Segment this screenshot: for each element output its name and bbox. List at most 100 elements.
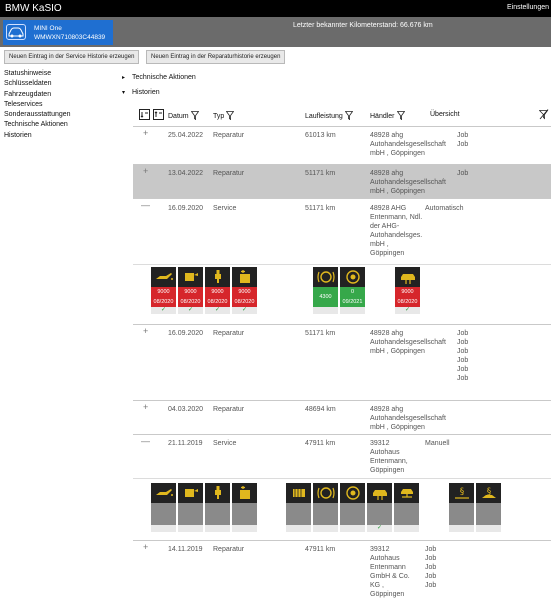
history-row[interactable]: + 25.04.2022 Reparatur 61013 km 48928 ah…: [133, 126, 551, 164]
filter-icon[interactable]: [226, 111, 235, 121]
job-link[interactable]: Job: [425, 572, 436, 581]
row-type: Reparatur: [213, 546, 245, 553]
service-tile[interactable]: 9000 08/2020 ✓: [232, 267, 257, 314]
check-icon: [313, 307, 338, 314]
oil-can-icon: [151, 483, 176, 503]
collapse-all-icon[interactable]: [151, 109, 164, 120]
row-date: 21.11.2019: [168, 440, 203, 447]
service-tile[interactable]: 4300: [313, 267, 338, 314]
job-link[interactable]: Job: [457, 131, 468, 140]
filter-icon[interactable]: [190, 111, 199, 121]
dealer-line: 48928 AHG: [370, 205, 407, 212]
column-dealer-label: Händler: [370, 113, 395, 120]
service-status: [394, 503, 419, 525]
job-link[interactable]: Job: [457, 140, 468, 149]
vehicle-lift-icon: [394, 483, 419, 503]
column-mileage[interactable]: Laufleistung: [305, 111, 354, 121]
row-type: Service: [213, 205, 237, 212]
column-dealer[interactable]: Händler: [370, 111, 405, 121]
dealer-line: Autohandelsgesellschaft: [370, 415, 446, 422]
service-date: 08/2020: [395, 297, 420, 307]
expand-toggle[interactable]: +: [143, 129, 148, 138]
clear-filter-icon[interactable]: [537, 109, 549, 120]
service-tile[interactable]: [286, 483, 311, 532]
job-link[interactable]: Job: [457, 329, 468, 338]
dealer-line: mbH , Göppingen: [370, 188, 425, 195]
service-tile[interactable]: ✓: [367, 483, 392, 532]
service-tile[interactable]: 9000 08/2020 ✓: [205, 267, 230, 314]
sidebar-item-teleservices[interactable]: Teleservices: [0, 101, 110, 111]
expand-all-icon[interactable]: [137, 109, 150, 120]
job-link[interactable]: Job: [457, 347, 468, 356]
collapse-toggle[interactable]: —: [141, 201, 150, 210]
sidebar-item-historien[interactable]: Historien: [0, 132, 110, 142]
job-link[interactable]: Job: [457, 365, 468, 374]
dealer-line: Entenmann, Ndl.: [370, 214, 423, 221]
new-service-entry-button[interactable]: Neuen Eintrag in der Service Historie er…: [4, 50, 140, 64]
service-tile[interactable]: [178, 483, 203, 532]
job-link[interactable]: Job: [425, 554, 436, 563]
service-tile[interactable]: [313, 483, 338, 532]
service-value: 9000: [178, 287, 203, 297]
dealer-line: 48928 ahg: [370, 170, 404, 177]
row-dealer: 48928 ahg Autohandelsgesellschaft mbH , …: [370, 405, 446, 432]
check-icon: [449, 525, 474, 532]
service-tile[interactable]: 9000 08/2020 ✓: [395, 267, 420, 314]
job-link[interactable]: Job: [457, 374, 468, 383]
service-tile[interactable]: 9000 08/2020 ✓: [151, 267, 176, 314]
service-tile[interactable]: §: [476, 483, 501, 532]
brake-rear-icon: [340, 267, 365, 287]
job-link[interactable]: Job: [457, 356, 468, 365]
expand-toggle[interactable]: +: [143, 403, 148, 412]
filter-icon[interactable]: [396, 111, 405, 121]
job-link[interactable]: Job: [425, 563, 436, 572]
spark-plug-icon: [205, 483, 230, 503]
expand-toggle[interactable]: +: [143, 543, 148, 552]
app-title: BMW KaSIO: [5, 3, 62, 14]
column-type[interactable]: Typ: [213, 111, 235, 121]
sidebar-item-sonderausstattungen[interactable]: Sonderausstattungen: [0, 111, 110, 121]
history-row[interactable]: — 16.09.2020 Service 51171 km 48928 AHG …: [133, 198, 551, 264]
service-tile[interactable]: 0 09/2021: [340, 267, 365, 314]
service-tile[interactable]: [340, 483, 365, 532]
expand-toggle[interactable]: +: [143, 327, 148, 336]
service-date: 08/2020: [205, 297, 230, 307]
row-date: 16.09.2020: [168, 205, 204, 212]
dealer-line: Autohandelsgesellschaft: [370, 179, 446, 186]
dealer-line: 48928 ahg: [370, 406, 404, 413]
service-tile[interactable]: [232, 483, 257, 532]
job-link[interactable]: Job: [457, 338, 468, 347]
section-technische-aktionen[interactable]: ▸ Technische Aktionen: [122, 74, 196, 81]
sidebar-item-schluesseldaten[interactable]: Schlüsseldaten: [0, 80, 110, 90]
sidebar: Statushinweise Schlüsseldaten Fahrzeugda…: [0, 70, 110, 142]
service-tile[interactable]: 9000 08/2020 ✓: [178, 267, 203, 314]
service-tile[interactable]: §: [449, 483, 474, 532]
service-tile[interactable]: [394, 483, 419, 532]
service-value: 9000: [395, 287, 420, 297]
service-tile[interactable]: [151, 483, 176, 532]
job-link[interactable]: Job: [425, 545, 436, 554]
history-row[interactable]: + 16.09.2020 Reparatur 51171 km 48928 ah…: [133, 324, 551, 400]
filter-icon[interactable]: [344, 111, 354, 121]
collapse-toggle[interactable]: —: [141, 437, 150, 446]
sidebar-item-technische-aktionen[interactable]: Technische Aktionen: [0, 121, 110, 131]
job-link[interactable]: Job: [457, 169, 468, 178]
settings-link[interactable]: Einstellungen: [507, 4, 549, 11]
brake-front-icon: [313, 267, 338, 287]
history-row[interactable]: + 13.04.2022 Reparatur 51171 km 48928 ah…: [133, 164, 551, 198]
expand-toggle[interactable]: +: [143, 167, 148, 176]
new-repair-entry-button[interactable]: Neuen Eintrag in der Reparaturhistorie e…: [146, 50, 286, 64]
job-link[interactable]: Job: [425, 581, 436, 590]
history-row[interactable]: + 14.11.2019 Reparatur 47911 km 39312 Au…: [133, 540, 551, 600]
section-historien[interactable]: ▾ Historien: [122, 89, 160, 96]
history-row[interactable]: — 21.11.2019 Service 47911 km 39312 Auto…: [133, 434, 551, 478]
sidebar-item-fahrzeugdaten[interactable]: Fahrzeugdaten: [0, 91, 110, 101]
service-tile[interactable]: [205, 483, 230, 532]
vehicle-card[interactable]: MINI One WMWXN710803C44839: [3, 20, 113, 45]
sidebar-item-statushinweise[interactable]: Statushinweise: [0, 70, 110, 80]
column-date[interactable]: Datum: [168, 111, 199, 121]
history-table-header: Datum Typ Laufleistung Händler Übersicht: [133, 104, 551, 126]
row-mileage: 51171 km: [305, 330, 336, 337]
row-type: Reparatur: [213, 406, 245, 413]
history-row[interactable]: + 04.03.2020 Reparatur 48694 km 48928 ah…: [133, 400, 551, 434]
